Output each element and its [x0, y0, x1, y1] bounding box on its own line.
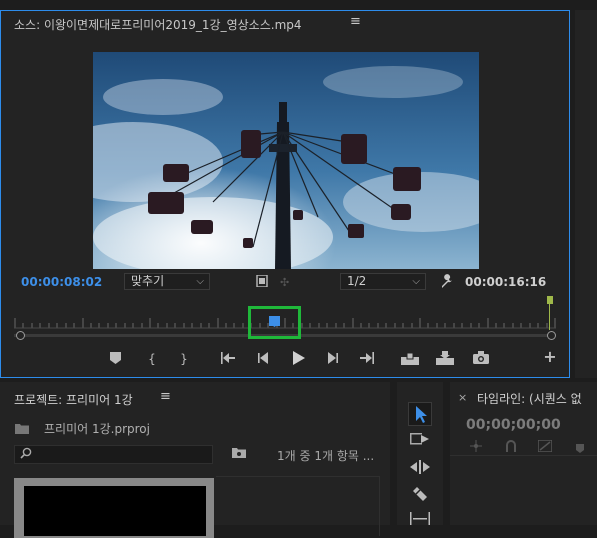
- playhead-highlight-box: [248, 306, 301, 339]
- linked-selection-icon[interactable]: [505, 440, 517, 455]
- project-panel-title[interactable]: 프로젝트: 프리미어 1강: [14, 391, 133, 408]
- folder-icon: [15, 423, 29, 437]
- source-monitor-title[interactable]: 소스: 이왕이면제대로프리미어2019_1강_영상소스.mp4: [14, 16, 302, 33]
- end-marker[interactable]: [547, 296, 553, 304]
- adjacent-panel: [575, 10, 597, 378]
- button-editor-plus-icon[interactable]: +: [541, 349, 559, 365]
- duration-timecode: 00:00:16:16: [465, 275, 547, 289]
- end-marker-line: [549, 304, 550, 330]
- project-panel-menu-icon[interactable]: ≡: [160, 389, 171, 404]
- zoom-fit-label: 맞추기: [131, 274, 165, 288]
- chevron-down-icon: ⌵: [412, 276, 420, 287]
- new-search-bin-icon[interactable]: [232, 447, 246, 461]
- timeline-marker-icon[interactable]: [576, 442, 584, 456]
- wrench-icon[interactable]: [440, 274, 454, 291]
- timeline-timecode[interactable]: 00;00;00;00: [466, 417, 561, 433]
- add-marker-button[interactable]: [106, 352, 124, 367]
- ripple-edit-tool[interactable]: [410, 460, 430, 477]
- source-panel-menu-icon[interactable]: ≡: [350, 14, 361, 29]
- item-count-label: 1개 중 1개 항목 ...: [277, 449, 375, 463]
- slip-tool[interactable]: [410, 512, 430, 528]
- search-icon: [20, 447, 32, 462]
- snap-icon[interactable]: [470, 440, 482, 455]
- add-marker-timeline-icon[interactable]: [537, 439, 553, 455]
- timeline-divider: [450, 455, 597, 456]
- play-button[interactable]: [289, 351, 307, 368]
- mark-out-button[interactable]: }: [175, 352, 193, 366]
- drag-video-only-icon[interactable]: [256, 274, 268, 288]
- zoom-bar-start-handle[interactable]: [16, 331, 25, 340]
- source-video-preview: [93, 52, 479, 269]
- overwrite-button[interactable]: [436, 351, 454, 368]
- step-back-button[interactable]: [254, 352, 272, 367]
- current-timecode[interactable]: 00:00:08:02: [21, 275, 102, 289]
- zoom-fit-dropdown[interactable]: 맞추기 ⌵: [124, 273, 210, 290]
- go-to-in-button[interactable]: [219, 352, 237, 367]
- clip-thumbnail[interactable]: [24, 486, 206, 536]
- timeline-panel-title[interactable]: 타임라인: (시퀀스 없: [477, 390, 582, 407]
- playback-resolution-dropdown[interactable]: 1/2 ⌵: [340, 273, 426, 290]
- track-select-forward-tool[interactable]: [410, 432, 430, 449]
- drag-audio-only-icon[interactable]: ✣: [280, 276, 289, 289]
- chevron-down-icon: ⌵: [196, 276, 204, 287]
- playback-resolution-label: 1/2: [347, 274, 367, 288]
- close-icon[interactable]: ×: [458, 391, 467, 404]
- step-forward-button[interactable]: [324, 352, 342, 367]
- project-search-input[interactable]: [14, 445, 213, 464]
- go-to-out-button[interactable]: [358, 352, 376, 367]
- razor-tool[interactable]: [412, 486, 428, 505]
- project-file-name: 프리미어 1강.prproj: [44, 422, 150, 436]
- export-frame-camera-icon[interactable]: [472, 351, 490, 367]
- insert-button[interactable]: [401, 351, 419, 368]
- zoom-bar-end-handle[interactable]: [547, 331, 556, 340]
- selection-tool-button[interactable]: [408, 402, 432, 426]
- project-item-area: [216, 476, 380, 536]
- mark-in-button[interactable]: {: [143, 352, 161, 366]
